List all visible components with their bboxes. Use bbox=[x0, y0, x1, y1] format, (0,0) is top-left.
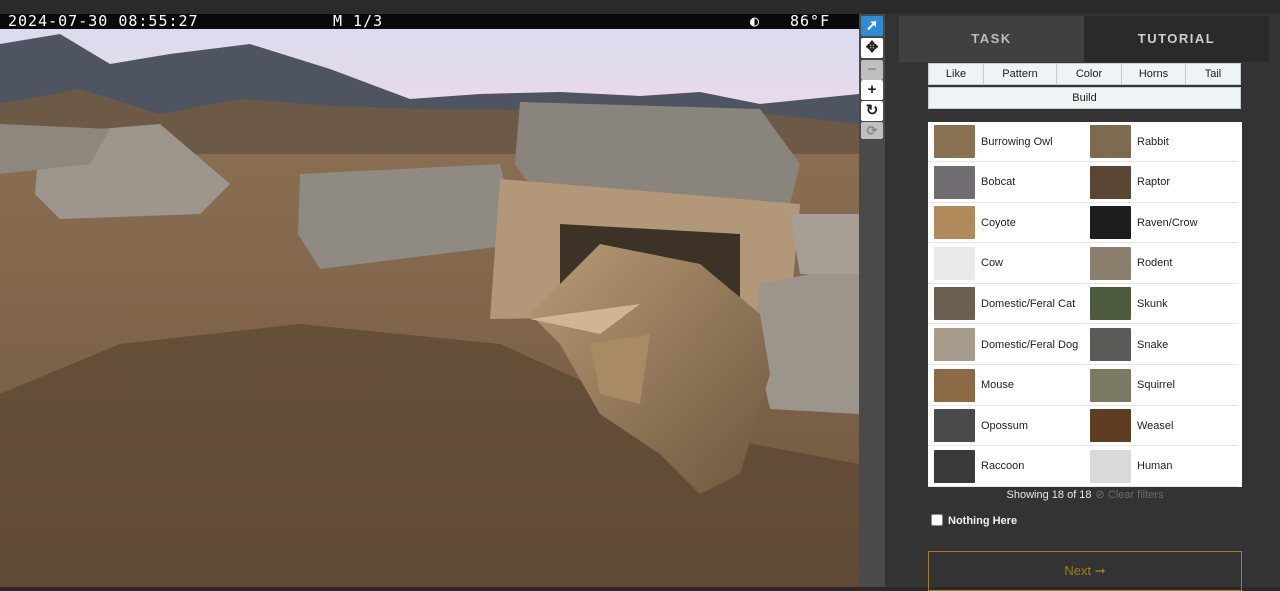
species-thumbnail bbox=[934, 246, 975, 280]
species-item[interactable]: Burrowing Owl bbox=[928, 122, 1082, 162]
species-thumbnail bbox=[934, 328, 975, 361]
species-item[interactable]: Snake bbox=[1084, 325, 1238, 365]
species-item[interactable]: Coyote bbox=[928, 203, 1082, 244]
species-thumbnail bbox=[1090, 287, 1131, 321]
species-label: Burrowing Owl bbox=[981, 135, 1053, 148]
species-thumbnail bbox=[1090, 368, 1131, 402]
species-item[interactable]: Human bbox=[1084, 447, 1238, 487]
species-item[interactable]: Opossum bbox=[928, 406, 1082, 447]
species-thumbnail bbox=[1090, 125, 1131, 158]
species-thumbnail bbox=[1090, 206, 1131, 240]
next-button[interactable]: Next ➞ bbox=[928, 551, 1242, 591]
species-thumbnail bbox=[934, 206, 975, 240]
species-thumbnail bbox=[1090, 246, 1131, 280]
pointer-icon[interactable]: ➚ bbox=[861, 16, 883, 36]
panel-inner: TASK TUTORIAL Like Pattern Color Horns T… bbox=[899, 16, 1269, 591]
reset-icon[interactable]: ⟳ bbox=[861, 122, 883, 139]
species-item[interactable]: Raccoon bbox=[928, 447, 1082, 487]
species-label: Squirrel bbox=[1137, 379, 1175, 392]
species-label: Domestic/Feral Cat bbox=[981, 297, 1076, 310]
species-item[interactable]: Rabbit bbox=[1084, 122, 1238, 162]
species-label: Snake bbox=[1137, 338, 1169, 351]
species-thumbnail bbox=[1090, 409, 1131, 443]
camera-trap-image[interactable]: 2024-07-30 08:55:27 M 1/3 ◐ 86°F bbox=[0, 14, 859, 587]
species-item[interactable]: Raptor bbox=[1084, 163, 1238, 203]
filter-pattern[interactable]: Pattern bbox=[983, 63, 1057, 85]
species-item[interactable]: Skunk bbox=[1084, 284, 1238, 325]
species-thumbnail bbox=[934, 409, 975, 443]
species-label: Opossum bbox=[981, 419, 1029, 432]
filter-like[interactable]: Like bbox=[928, 63, 984, 85]
species-label: Skunk bbox=[1137, 297, 1168, 310]
camera-info-bar: 2024-07-30 08:55:27 M 1/3 ◐ 86°F bbox=[0, 14, 859, 29]
species-label: Raven/Crow bbox=[1137, 216, 1198, 229]
species-item[interactable]: Raven/Crow bbox=[1084, 203, 1238, 244]
showing-count: Showing 18 of 18 ⊘ Clear filters bbox=[928, 488, 1242, 501]
top-bar bbox=[0, 0, 1280, 14]
showing-text: Showing 18 of 18 bbox=[1006, 489, 1092, 501]
species-label: Rabbit bbox=[1137, 135, 1169, 148]
move-icon[interactable]: ✥ bbox=[861, 38, 883, 58]
species-label: Human bbox=[1137, 460, 1173, 473]
species-label: Coyote bbox=[981, 216, 1016, 229]
species-label: Cow bbox=[981, 257, 1004, 270]
species-thumbnail bbox=[934, 449, 975, 483]
moon-phase-icon: ◐ bbox=[750, 14, 761, 30]
species-thumbnail bbox=[934, 125, 975, 158]
tab-task[interactable]: TASK bbox=[899, 16, 1084, 62]
species-label: Mouse bbox=[981, 379, 1015, 392]
species-label: Rodent bbox=[1137, 257, 1173, 270]
tab-tutorial[interactable]: TUTORIAL bbox=[1084, 16, 1269, 62]
species-item[interactable]: Domestic/Feral Cat bbox=[928, 284, 1082, 325]
species-thumbnail bbox=[934, 368, 975, 402]
species-label: Domestic/Feral Dog bbox=[981, 338, 1079, 351]
classification-panel: TASK TUTORIAL Like Pattern Color Horns T… bbox=[885, 14, 1280, 591]
nothing-here-checkbox[interactable] bbox=[931, 514, 943, 526]
tab-bar: TASK TUTORIAL bbox=[899, 16, 1269, 62]
camera-mode: M 1/3 bbox=[333, 14, 384, 30]
species-item[interactable]: Bobcat bbox=[928, 163, 1082, 203]
clear-filters-link[interactable]: ⊘ Clear filters bbox=[1096, 489, 1164, 501]
zoom-in-icon[interactable]: + bbox=[861, 80, 883, 100]
species-thumbnail bbox=[934, 165, 975, 199]
filter-tail[interactable]: Tail bbox=[1185, 63, 1241, 85]
scene-photo bbox=[0, 14, 859, 587]
species-thumbnail bbox=[934, 287, 975, 321]
species-item[interactable]: Weasel bbox=[1084, 406, 1238, 447]
filter-color[interactable]: Color bbox=[1056, 63, 1122, 85]
species-thumbnail bbox=[1090, 165, 1131, 199]
camera-temperature: 86°F bbox=[790, 14, 831, 30]
species-grid: Burrowing Owl Rabbit Bobcat Raptor Coyote Rav… bbox=[928, 122, 1242, 487]
filter-horns[interactable]: Horns bbox=[1121, 63, 1186, 85]
nothing-here-label: Nothing Here bbox=[948, 515, 1018, 527]
species-item[interactable]: Rodent bbox=[1084, 244, 1238, 284]
species-item[interactable]: Cow bbox=[928, 244, 1082, 284]
species-label: Bobcat bbox=[981, 176, 1016, 189]
filter-build[interactable]: Build bbox=[928, 87, 1241, 109]
rotate-icon[interactable]: ↻ bbox=[861, 101, 883, 121]
species-label: Raccoon bbox=[981, 460, 1025, 473]
camera-timestamp: 2024-07-30 08:55:27 bbox=[8, 14, 199, 30]
species-item[interactable]: Squirrel bbox=[1084, 366, 1238, 406]
species-thumbnail bbox=[1090, 328, 1131, 361]
species-label: Raptor bbox=[1137, 176, 1171, 189]
species-item[interactable]: Mouse bbox=[928, 366, 1082, 406]
image-tools: ➚ ✥ − + ↻ ⟳ bbox=[859, 14, 885, 587]
species-label: Weasel bbox=[1137, 419, 1174, 432]
species-item[interactable]: Domestic/Feral Dog bbox=[928, 325, 1082, 365]
zoom-out-icon[interactable]: − bbox=[861, 60, 883, 80]
species-thumbnail bbox=[1090, 449, 1131, 483]
